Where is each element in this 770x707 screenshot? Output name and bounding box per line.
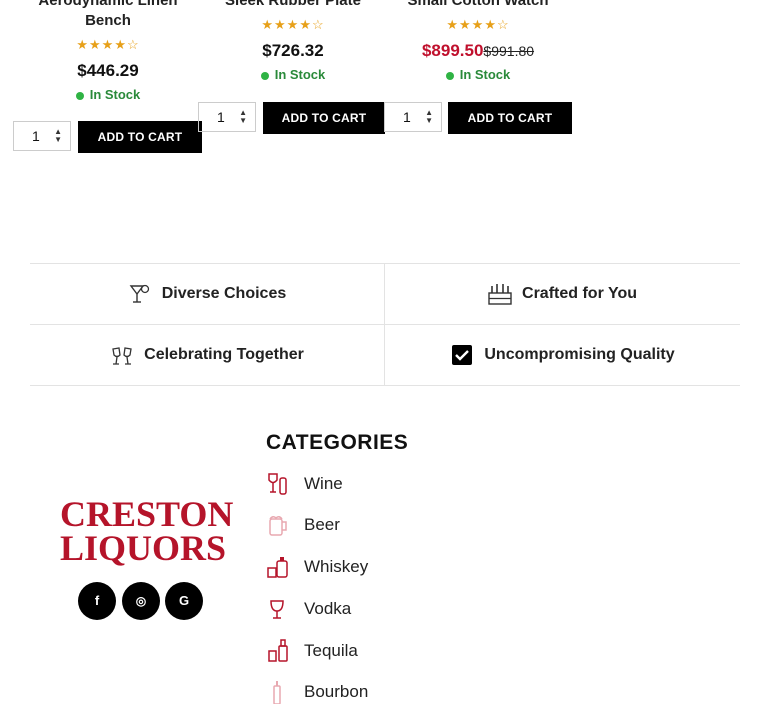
- price-current: $726.32: [262, 41, 324, 60]
- category-item-whiskey[interactable]: Whiskey: [266, 552, 368, 582]
- add-to-cart-button[interactable]: ADD TO CART: [78, 121, 202, 153]
- product-card: Sleek Rubber Plate ★★★★☆ $726.32 In Stoc…: [215, 0, 371, 82]
- feature-label: Celebrating Together: [144, 346, 304, 363]
- divider: [30, 385, 740, 386]
- product-title[interactable]: Small Cotton Watch: [400, 0, 556, 11]
- product-title-line: Small Cotton Watch: [407, 0, 549, 9]
- spinner-arrows-icon[interactable]: ▲ ▼: [54, 128, 62, 144]
- add-to-cart-button[interactable]: ADD TO CART: [448, 102, 572, 134]
- tequila-icon: [266, 639, 290, 663]
- product-price: $446.29: [30, 61, 186, 81]
- stock-label: In Stock: [274, 67, 326, 82]
- spinner-arrows-icon[interactable]: ▲ ▼: [239, 109, 247, 125]
- instagram-icon[interactable]: ◎: [122, 582, 160, 620]
- stock-label: In Stock: [459, 67, 511, 82]
- stock-dot-icon: [260, 71, 269, 80]
- product-price: $726.32: [215, 41, 371, 61]
- category-label: Beer: [304, 515, 340, 534]
- stock-dot-icon: [75, 91, 84, 100]
- price-current: $899.50: [421, 41, 484, 60]
- brand-logo[interactable]: CRESTON LIQUORS: [60, 494, 234, 568]
- quantity-value[interactable]: 1: [403, 109, 411, 125]
- rating-stars: ★★★★☆: [76, 37, 140, 52]
- feature-label: Crafted for You: [522, 285, 637, 302]
- categories-title: CATEGORIES: [266, 431, 409, 454]
- feature-label: Uncompromising Quality: [484, 346, 675, 363]
- quantity-value[interactable]: 1: [32, 128, 40, 144]
- stock-label: In Stock: [89, 87, 141, 102]
- quantity-stepper[interactable]: 1 ▲ ▼: [384, 102, 442, 132]
- stock-status: In Stock: [30, 87, 186, 102]
- category-label: Bourbon: [304, 682, 369, 701]
- product-title-line: Aerodynamic Linen: [38, 0, 178, 9]
- rating-stars: ★★★★☆: [261, 17, 325, 32]
- cheers-icon: [110, 343, 134, 367]
- add-to-cart-button[interactable]: ADD TO CART: [263, 102, 385, 134]
- feature-uncompromising-quality: Uncompromising Quality: [385, 325, 740, 385]
- quantity-stepper[interactable]: 1 ▲ ▼: [198, 102, 256, 132]
- feature-celebrating-together: Celebrating Together: [30, 325, 384, 385]
- category-label: Tequila: [304, 641, 358, 660]
- spinner-arrows-icon[interactable]: ▲ ▼: [425, 109, 433, 125]
- checkbox-icon: [450, 343, 474, 367]
- product-title-line: Bench: [85, 12, 131, 29]
- price-current: $446.29: [77, 61, 139, 80]
- product-title-line: Sleek Rubber Plate: [225, 0, 361, 9]
- price-old: $991.80: [483, 43, 535, 59]
- facebook-icon[interactable]: f: [78, 582, 116, 620]
- rating-stars: ★★★★☆: [446, 17, 510, 32]
- features-grid: Diverse Choices Crafted for You Celebrat…: [30, 263, 740, 386]
- stock-status: In Stock: [215, 67, 371, 82]
- product-title[interactable]: Sleek Rubber Plate: [215, 0, 371, 11]
- category-item-tequila[interactable]: Tequila: [266, 636, 358, 666]
- category-item-vodka[interactable]: Vodka: [266, 594, 351, 624]
- vodka-icon: [266, 597, 290, 621]
- feature-label: Diverse Choices: [161, 285, 287, 302]
- category-label: Vodka: [304, 599, 352, 618]
- cocktail-icon: [128, 282, 152, 306]
- category-label: Whiskey: [304, 557, 369, 576]
- stock-dot-icon: [445, 71, 454, 80]
- beer-icon: [266, 513, 290, 537]
- quantity-value[interactable]: 1: [217, 109, 225, 125]
- brand-line: LIQUORS: [60, 528, 227, 568]
- feature-diverse-choices: Diverse Choices: [30, 264, 384, 324]
- wine-icon: [266, 472, 290, 496]
- brand-line: CRESTON: [60, 494, 234, 534]
- whiskey-icon: [266, 555, 290, 579]
- google-icon[interactable]: G: [165, 582, 203, 620]
- crate-icon: [488, 282, 512, 306]
- stock-status: In Stock: [400, 67, 556, 82]
- category-label: Wine: [304, 474, 343, 493]
- product-title[interactable]: Aerodynamic Linen Bench: [30, 0, 186, 31]
- feature-crafted-for-you: Crafted for You: [385, 264, 740, 324]
- product-card: Aerodynamic Linen Bench ★★★★☆ $446.29 In…: [30, 0, 186, 102]
- product-price: $899.50$991.80: [400, 41, 556, 61]
- category-item-wine[interactable]: Wine: [266, 469, 343, 499]
- quantity-stepper[interactable]: 1 ▲ ▼: [13, 121, 71, 151]
- bourbon-icon: [266, 680, 290, 704]
- product-card: Small Cotton Watch ★★★★☆ $899.50$991.80 …: [400, 0, 556, 82]
- category-item-beer[interactable]: Beer: [266, 510, 340, 540]
